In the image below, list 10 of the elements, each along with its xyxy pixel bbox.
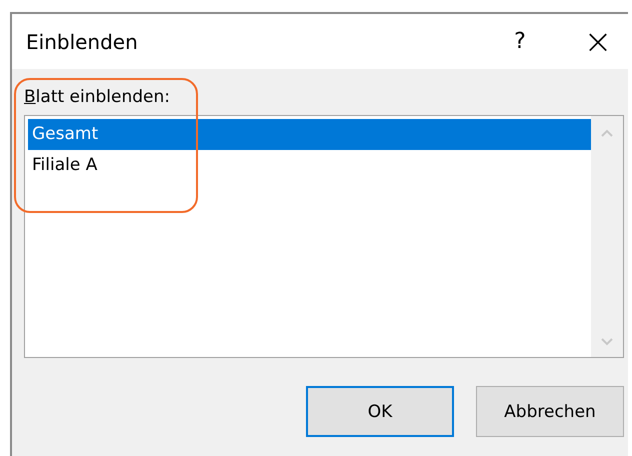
window-title: Einblenden bbox=[26, 30, 139, 54]
list-label: Blatt einblenden: bbox=[24, 87, 170, 107]
cancel-button[interactable]: Abbrechen bbox=[476, 386, 624, 437]
help-button[interactable]: ? bbox=[492, 29, 548, 54]
list-item[interactable]: Gesamt bbox=[28, 119, 591, 150]
close-button[interactable]: × bbox=[570, 22, 626, 62]
scroll-down-icon[interactable] bbox=[600, 337, 614, 347]
list-item[interactable]: Filiale A bbox=[28, 150, 591, 181]
ok-button[interactable]: OK bbox=[306, 386, 454, 437]
scroll-up-icon[interactable] bbox=[600, 128, 614, 138]
